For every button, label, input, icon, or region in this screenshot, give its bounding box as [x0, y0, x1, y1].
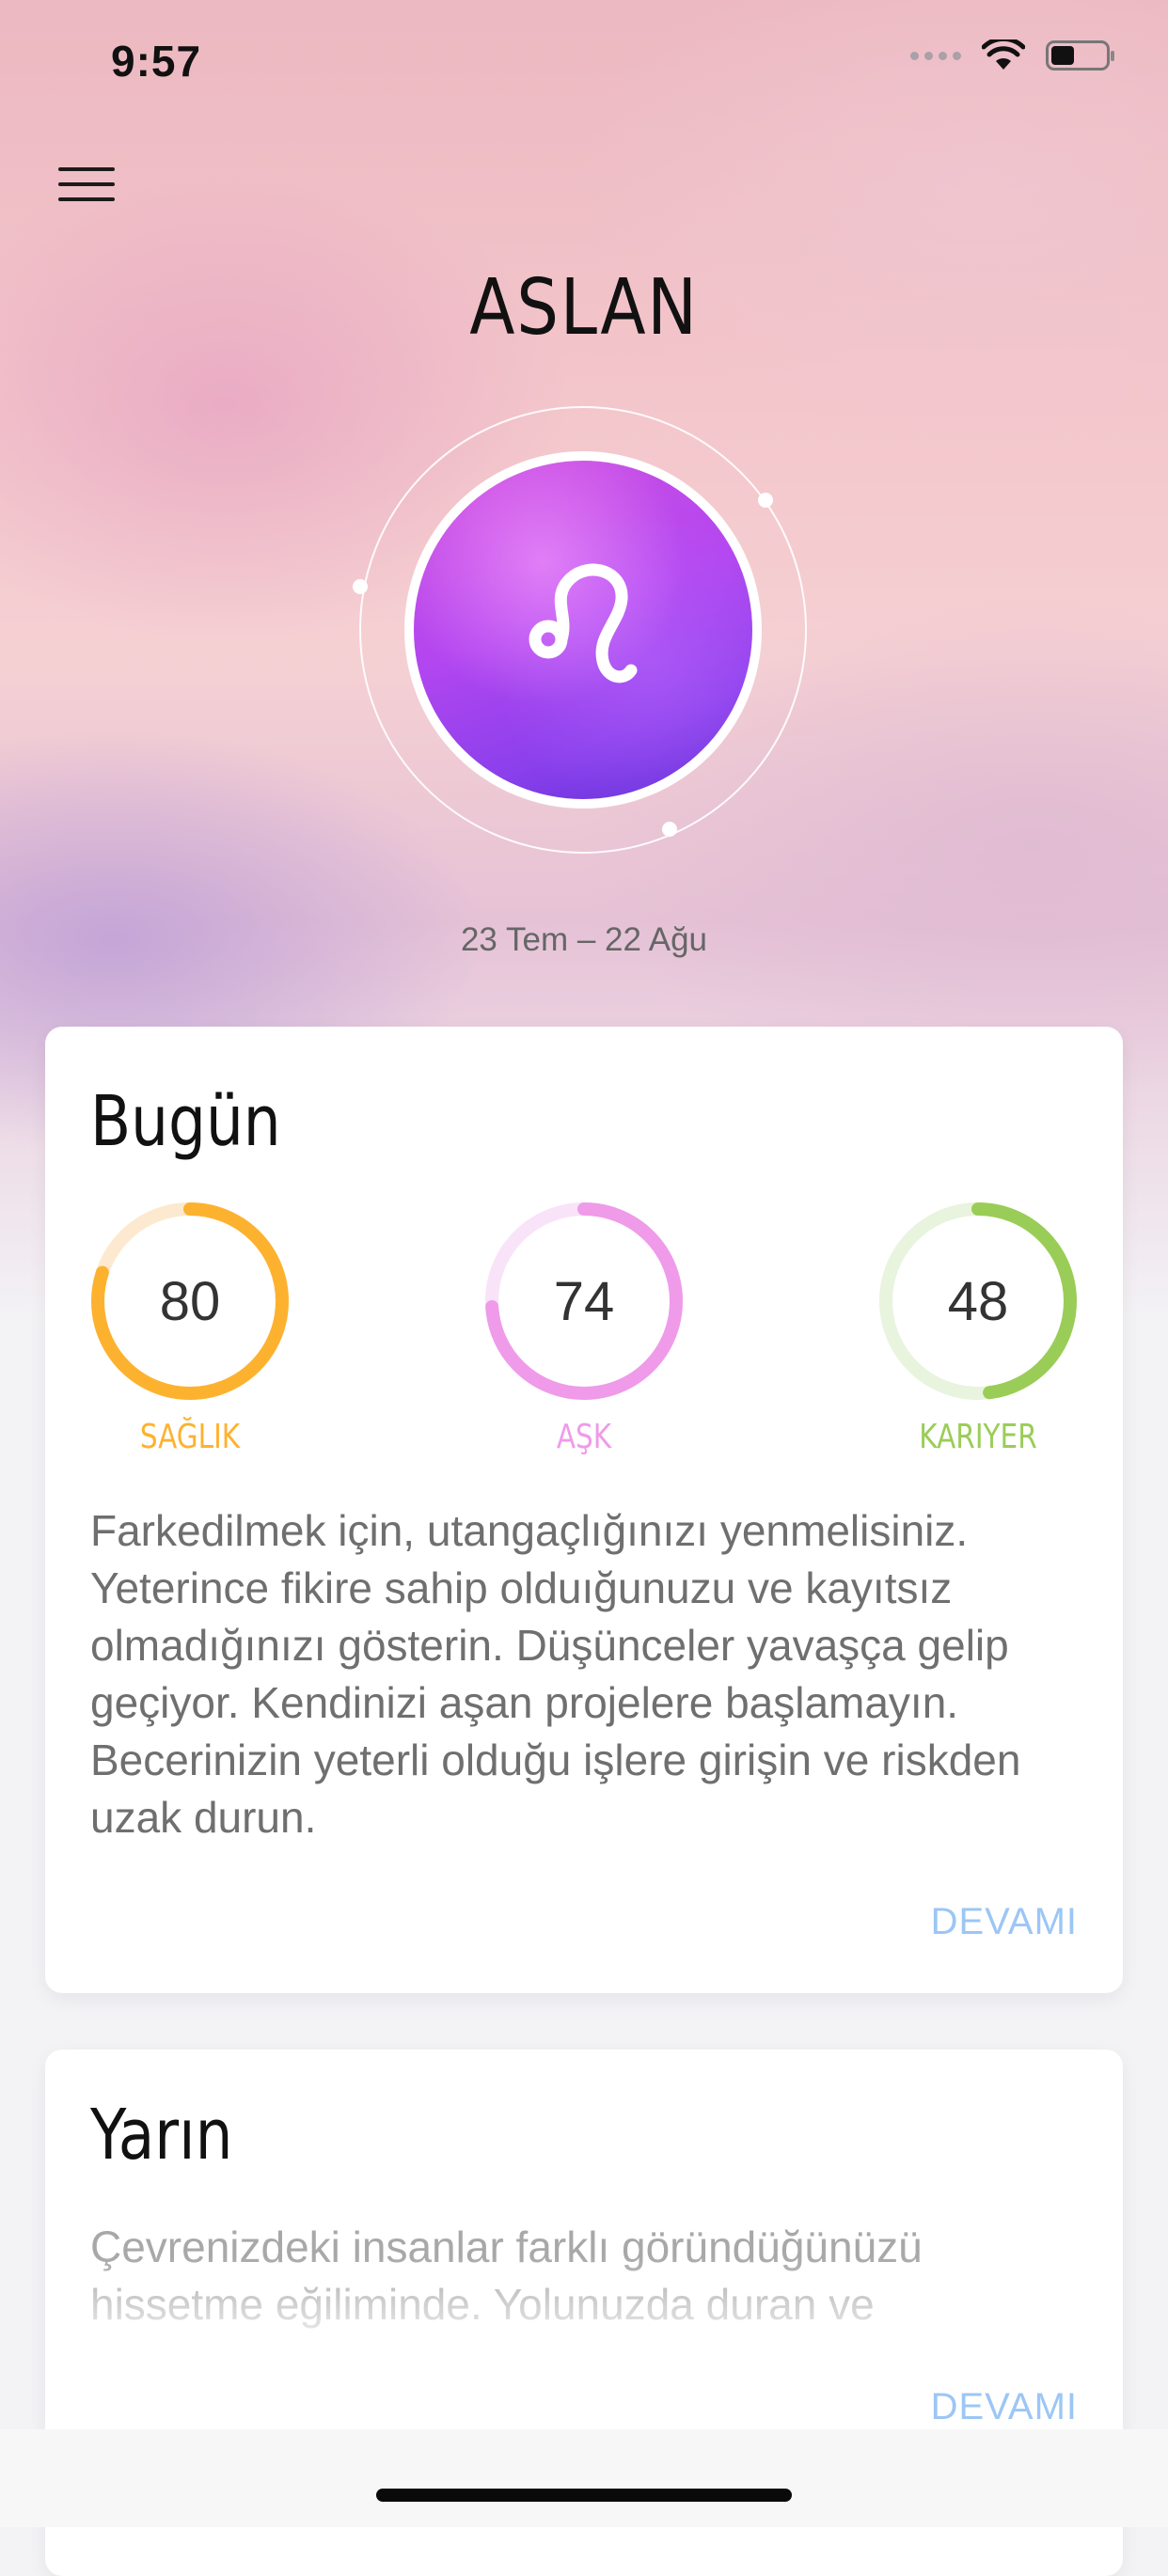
- hamburger-menu-icon[interactable]: [55, 162, 120, 207]
- status-time: 9:57: [111, 37, 202, 86]
- gauge-health: 80 SAĞLIK: [87, 1198, 293, 1456]
- today-horoscope-text: Farkedilmek için, utangaçlığınızı yenmel…: [90, 1506, 1021, 1842]
- status-bar: 9:57: [0, 0, 1168, 124]
- date-range: 23 Tem – 22 Ağu: [460, 921, 708, 958]
- gauge-label: AŞK: [556, 1418, 612, 1456]
- gauge-career: 48 KARIYER: [875, 1198, 1081, 1456]
- today-title: Bugün: [90, 1081, 281, 1162]
- gauge-label: SAĞLIK: [139, 1418, 241, 1456]
- tomorrow-more-button[interactable]: DEVAMI: [931, 2386, 1078, 2428]
- bottom-safe-area: [0, 2429, 1168, 2527]
- sign-emblem[interactable]: [404, 451, 762, 809]
- battery-icon: [1046, 40, 1114, 71]
- wifi-icon: [982, 39, 1025, 70]
- today-card: Bugün 80 SAĞLIK 74 AŞK 48 KARIYER Farked…: [45, 1027, 1123, 1993]
- cellular-signal-icon: [910, 51, 961, 60]
- gauge-value: 74: [553, 1270, 615, 1332]
- home-indicator[interactable]: [376, 2489, 792, 2502]
- gauge-love: 74 AŞK: [481, 1198, 687, 1456]
- status-icons: [910, 39, 1114, 71]
- gauge-value: 48: [947, 1270, 1009, 1332]
- today-more-button[interactable]: DEVAMI: [931, 1901, 1078, 1943]
- sign-title: ASLAN: [469, 263, 699, 353]
- leo-zodiac-icon: [529, 563, 638, 683]
- text-fade-overlay: [45, 2256, 1123, 2350]
- tomorrow-title: Yarın: [90, 2095, 233, 2175]
- gauge-value: 80: [159, 1270, 221, 1332]
- gauge-label: KARIYER: [919, 1418, 1037, 1456]
